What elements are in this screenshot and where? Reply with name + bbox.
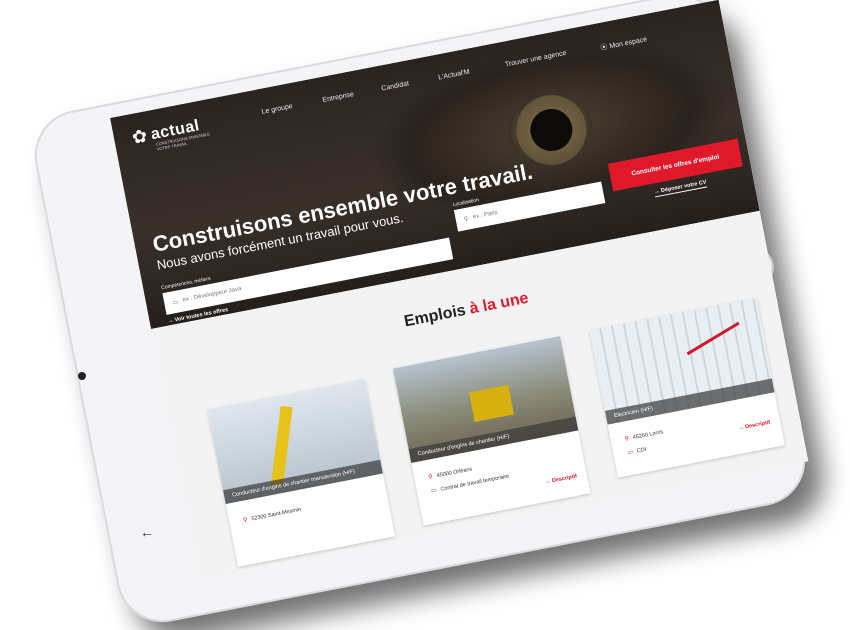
descriptif-link[interactable]: → Descriptif xyxy=(738,420,771,432)
card-caption: Conducteur d'engins de chantier (H/F) xyxy=(408,416,579,463)
card-location: ⚲ 45000 Orléans xyxy=(427,465,473,481)
pin-icon: ⚲ xyxy=(427,474,434,481)
card-caption: Conducteur d'engins de chantier manutent… xyxy=(223,459,383,505)
briefcase-icon: ▭ xyxy=(626,449,634,457)
pin-icon: ⚲ xyxy=(242,517,249,524)
consult-offers-button[interactable]: Consulter les offres d'emploi xyxy=(607,138,743,192)
nav-le-groupe[interactable]: Le groupe xyxy=(261,103,293,116)
card-contract: ▭ CDI xyxy=(626,446,647,457)
nav-trouver-agence[interactable]: Trouver une agence xyxy=(505,50,568,69)
pin-icon: ⚲ xyxy=(463,216,469,223)
card-city: 45260 Lorris xyxy=(632,428,664,441)
card-caption: Electricien (H/F) xyxy=(604,378,775,425)
nav-mon-espace-label: Mon espace xyxy=(608,36,648,51)
card-location: ⚲ 45260 Lorris xyxy=(624,428,664,443)
nav-candidat[interactable]: Candidat xyxy=(381,80,410,92)
pin-icon: ⚲ xyxy=(624,435,630,443)
eye-image xyxy=(526,105,577,155)
user-icon: ⦿ xyxy=(600,43,609,53)
descriptif-link[interactable]: → Descriptif xyxy=(545,474,578,486)
nav-actualm[interactable]: L'Actual'M xyxy=(438,69,471,82)
nav-mon-espace[interactable]: ⦿ Mon espace xyxy=(600,34,648,53)
clover-icon: ✿ xyxy=(130,125,149,148)
nav-entreprise[interactable]: Entreprise xyxy=(322,91,355,104)
briefcase-icon: ▭ xyxy=(430,487,438,495)
card-location: ⚲ 52300 Saint-Mesmin xyxy=(243,506,302,524)
job-card-2[interactable]: Conducteur d'engins de chantier (H/F) ⚲ … xyxy=(393,336,591,526)
job-card-1[interactable]: Conducteur d'engins de chantier manutent… xyxy=(207,379,396,567)
back-arrow-icon[interactable]: ← xyxy=(140,524,154,540)
job-card-3[interactable]: Electricien (H/F) ⚲ 45260 Lorris ▭ CDI →… xyxy=(589,298,785,478)
location-placeholder: ex : Paris xyxy=(472,209,499,221)
camera-dot xyxy=(78,372,86,380)
submit-cv-link[interactable]: → Déposer votre CV xyxy=(653,179,708,198)
briefcase-icon: ▭ xyxy=(171,298,179,306)
skills-placeholder: ex : Développeur Java xyxy=(182,286,243,304)
card-city: 45000 Orléans xyxy=(436,465,473,479)
card-contract-type: CDI xyxy=(636,446,647,455)
card-city: 52300 Saint-Mesmin xyxy=(250,506,302,522)
